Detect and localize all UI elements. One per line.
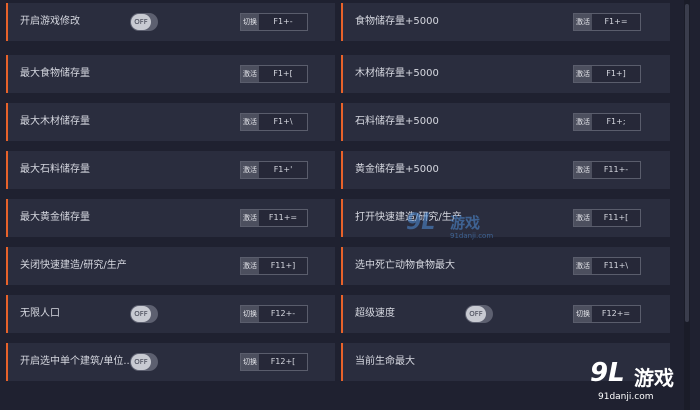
cheat-row: 最大食物储存量 激活 F1+[ [6,55,335,93]
hotkey-mode-label: 激活 [574,66,592,82]
cheat-row: 石料储存量+5000 激活 F1+; [341,103,670,141]
cheat-toggle-switch[interactable]: OFF [130,353,158,371]
cheat-row: 选中死亡动物食物最大 激活 F11+\ [341,247,670,285]
toggle-knob: OFF [131,306,151,322]
hotkey-button[interactable]: 激活 F1+[ [240,65,308,83]
hotkey-button[interactable]: 激活 F1+; [573,113,641,131]
cheat-label: 无限人口 [20,308,60,319]
toggle-knob: OFF [131,354,151,370]
watermark-text: 游戏 [634,366,674,390]
hotkey-mode-label: 激活 [574,162,592,178]
corner-watermark: 9L 游戏 91danji.com [590,356,694,406]
cheat-row: 食物储存量+5000 激活 F1+= [341,3,670,41]
hotkey-combo: F12+[ [270,357,296,366]
cheat-row: 最大石料储存量 激活 F1+' [6,151,335,189]
cheat-row: 最大黄金储存量 激活 F11+= [6,199,335,237]
hotkey-mode-label: 激活 [241,114,259,130]
hotkey-button[interactable]: 切换 F12+= [573,305,641,323]
cheat-label: 超级速度 [355,308,395,319]
hotkey-combo: F12+= [601,309,631,318]
hotkey-mode-label: 切换 [241,306,259,322]
cheat-label: 食物储存量+5000 [355,16,439,27]
hotkey-button[interactable]: 激活 F1+] [573,65,641,83]
cheat-row: 开启选中单个建筑/单位... OFF 切换 F12+[ [6,343,335,381]
toggle-knob: OFF [466,306,486,322]
hotkey-mode-label: 激活 [241,66,259,82]
watermark-logo: 9L [406,210,436,235]
hotkey-combo: F1+' [273,165,293,174]
cheat-row: 木材储存量+5000 激活 F1+] [341,55,670,93]
cheat-label: 木材储存量+5000 [355,68,439,79]
hotkey-mode-label: 激活 [574,210,592,226]
hotkey-mode-label: 激活 [241,162,259,178]
hotkey-mode-label: 切换 [574,306,592,322]
hotkey-combo: F11+= [268,213,298,222]
hotkey-button[interactable]: 激活 F11+- [573,161,641,179]
hotkey-combo: F11+] [270,261,296,270]
hotkey-combo: F11+[ [603,213,629,222]
hotkey-button[interactable]: 激活 F1+= [573,13,641,31]
cheat-label: 开启选中单个建筑/单位... [20,356,133,367]
hotkey-combo: F11+\ [603,261,629,270]
hotkey-mode-label: 激活 [241,258,259,274]
hotkey-button[interactable]: 激活 F1+\ [240,113,308,131]
cheat-row: 关闭快速建造/研究/生产 激活 F11+] [6,247,335,285]
cheat-label: 最大黄金储存量 [20,212,90,223]
hotkey-combo: F11+- [603,165,629,174]
cheat-toggle-switch[interactable]: OFF [130,13,158,31]
cheat-label: 最大木材储存量 [20,116,90,127]
watermark-text: 游戏 [450,214,481,232]
hotkey-button[interactable]: 切换 F12+- [240,305,308,323]
center-watermark: 9L 游戏 91danji.com [406,210,516,246]
cheat-label: 最大石料储存量 [20,164,90,175]
hotkey-combo: F12+- [270,309,296,318]
hotkey-button[interactable]: 激活 F11+[ [573,209,641,227]
hotkey-mode-label: 激活 [574,114,592,130]
watermark-logo: 9L [590,358,625,388]
hotkey-combo: F1+- [273,17,293,26]
cheat-label: 开启游戏修改 [20,16,80,27]
scrollbar-thumb[interactable] [685,4,689,322]
cheat-toggle-switch[interactable]: OFF [465,305,493,323]
hotkey-button[interactable]: 激活 F11+= [240,209,308,227]
scrollbar[interactable] [684,0,690,410]
hotkey-mode-label: 激活 [241,210,259,226]
watermark-url: 91danji.com [450,232,494,240]
toggle-knob: OFF [131,14,151,30]
cheat-label: 石料储存量+5000 [355,116,439,127]
hotkey-button[interactable]: 激活 F11+] [240,257,308,275]
cheat-label: 关闭快速建造/研究/生产 [20,260,127,271]
hotkey-button[interactable]: 切换 F1+- [240,13,308,31]
hotkey-mode-label: 切换 [241,14,259,30]
cheat-row: 最大木材储存量 激活 F1+\ [6,103,335,141]
hotkey-mode-label: 切换 [241,354,259,370]
hotkey-button[interactable]: 激活 F11+\ [573,257,641,275]
hotkey-button[interactable]: 激活 F1+' [240,161,308,179]
hotkey-combo: F1+; [606,117,626,126]
watermark-url: 91danji.com [598,392,654,402]
hotkey-combo: F1+[ [273,69,293,78]
hotkey-mode-label: 激活 [574,14,592,30]
cheat-toggle-switch[interactable]: OFF [130,305,158,323]
cheat-label: 黄金储存量+5000 [355,164,439,175]
cheat-row: 超级速度 OFF 切换 F12+= [341,295,670,333]
cheat-label: 选中死亡动物食物最大 [355,260,455,271]
hotkey-combo: F1+\ [273,117,293,126]
hotkey-combo: F1+] [606,69,626,78]
cheat-label: 最大食物储存量 [20,68,90,79]
cheat-row: 黄金储存量+5000 激活 F11+- [341,151,670,189]
hotkey-mode-label: 激活 [574,258,592,274]
cheat-label: 当前生命最大 [355,356,415,367]
cheat-row: 无限人口 OFF 切换 F12+- [6,295,335,333]
cheat-row: 开启游戏修改 OFF 切换 F1+- [6,3,335,41]
hotkey-button[interactable]: 切换 F12+[ [240,353,308,371]
hotkey-combo: F1+= [604,17,628,26]
